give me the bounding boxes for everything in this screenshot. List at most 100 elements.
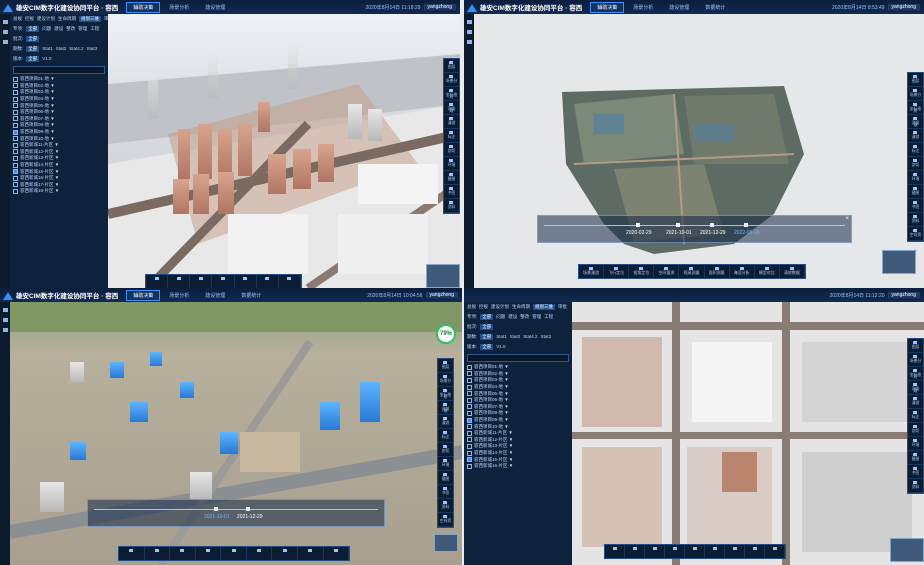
opt-batch-all[interactable]: 全部 (26, 36, 40, 42)
opt-build[interactable]: 建设 (508, 314, 517, 320)
tool-mark[interactable]: 标注 (908, 409, 923, 423)
tree-item[interactable]: 容西新城16-片区 ▼ (467, 463, 569, 470)
opt-stat1[interactable]: Stat1 (42, 46, 53, 52)
search-input[interactable] (13, 66, 105, 74)
tool-bookmark[interactable]: 书签 (908, 465, 923, 479)
tool-cut[interactable]: 剖切 (908, 157, 923, 171)
tree-item[interactable]: 容西项目04-地 ▼ (467, 384, 569, 391)
tool-shot[interactable]: 截图 (444, 171, 459, 185)
filter-3d[interactable]: 规划三维 (79, 16, 101, 22)
btool-view[interactable] (170, 547, 196, 560)
opt-manage[interactable]: 管理 (532, 314, 541, 320)
timeline-point[interactable] (246, 507, 250, 511)
checkbox[interactable] (467, 443, 472, 449)
opt-batch-all[interactable]: 全部 (480, 324, 494, 330)
tool-mark[interactable]: 标注 (444, 129, 459, 143)
user-badge[interactable]: yangzhong (887, 4, 920, 10)
filter-lifecycle[interactable]: 生命周期 (512, 304, 530, 310)
opt-stat3[interactable]: Stat3 (541, 334, 552, 340)
btool-area[interactable]: 面积测量 (705, 265, 730, 278)
timeline-point[interactable] (214, 507, 218, 511)
tree-item[interactable]: 容西项目10-地 ▼ (467, 423, 569, 430)
checkbox[interactable] (13, 188, 18, 194)
tab-scene[interactable]: 场景分析 (162, 2, 196, 13)
timeline-date[interactable]: 2021-10-01 (666, 230, 692, 236)
timeline-slider[interactable]: × 2020-02-29 2021-10-01 2021-12-29 2022-… (537, 215, 852, 243)
btool-roam[interactable] (605, 545, 625, 558)
opt-v1[interactable]: V1.0 (496, 344, 505, 350)
user-badge[interactable]: yangzhong (425, 292, 458, 298)
tree-item[interactable]: 容西项目09-地 ▼ (467, 417, 569, 424)
tool-bookmark[interactable]: 书签 (438, 485, 453, 499)
tree-item[interactable]: 容西新城11-片区 ▼ (467, 430, 569, 437)
tab-construction[interactable]: 建设管理 (662, 2, 696, 13)
tree-item[interactable]: 容西新城11-片区 ▼ (13, 142, 105, 149)
tree-item[interactable]: 容西项目05-地 ▼ (13, 102, 105, 109)
btool-flood[interactable]: 淹没分析 (730, 265, 755, 278)
checkbox[interactable] (467, 371, 472, 377)
tool-data[interactable]: 资料 (444, 199, 459, 213)
checkbox[interactable] (467, 457, 472, 463)
opt-stat1[interactable]: Stat1 (496, 334, 507, 340)
filter-3d[interactable]: 规划三维 (533, 304, 555, 310)
timeline-point[interactable] (710, 223, 714, 227)
btool-measure[interactable] (196, 547, 222, 560)
filter-plan[interactable]: 建设计划 (491, 304, 509, 310)
list-icon[interactable] (2, 40, 8, 44)
tool-mark[interactable]: 标注 (438, 429, 453, 443)
checkbox[interactable] (13, 103, 18, 109)
opt-stat3[interactable]: Stat3 (87, 46, 98, 52)
tree-item[interactable]: 容西项目06-地 ▼ (467, 397, 569, 404)
tool-shot[interactable]: 截图 (438, 471, 453, 485)
tool-layer[interactable]: 图层 (908, 73, 923, 87)
tab-stats[interactable]: 数据统计 (698, 2, 732, 13)
tree-item[interactable]: 容西项目04-地 ▼ (13, 96, 105, 103)
filter-zonggui[interactable]: 总规 (467, 304, 476, 310)
tab-construction[interactable]: 建设管理 (198, 290, 232, 301)
btool-flood[interactable] (279, 275, 301, 288)
btool-height[interactable] (221, 547, 247, 560)
btool-measure[interactable] (665, 545, 685, 558)
checkbox[interactable] (13, 83, 18, 89)
opt-build[interactable]: 建设 (54, 26, 63, 32)
checkbox[interactable] (13, 96, 18, 102)
tree-item[interactable]: 容西项目03-地 ▼ (13, 89, 105, 96)
tool-bookmark[interactable]: 书签 (908, 199, 923, 213)
tree-item[interactable]: 容西新城13-片区 ▼ (467, 443, 569, 450)
tree-item[interactable]: 容西项目03-地 ▼ (467, 377, 569, 384)
checkbox[interactable] (13, 136, 18, 142)
opt-all[interactable]: 全部 (480, 314, 494, 320)
btool-compare[interactable] (298, 547, 324, 560)
filter-konggui[interactable]: 控规 (479, 304, 488, 310)
opt-ver-all[interactable]: 全部 (480, 344, 494, 350)
close-icon[interactable]: × (845, 216, 849, 222)
filter-konggui[interactable]: 控规 (25, 16, 34, 22)
filter-plan[interactable]: 建设计划 (37, 16, 55, 22)
checkbox[interactable] (13, 175, 18, 181)
checkbox[interactable] (467, 424, 472, 430)
tree-item[interactable]: 容西项目08-地 ▼ (13, 122, 105, 129)
user-badge[interactable]: yangzhong (887, 292, 920, 298)
btool-clear[interactable] (324, 547, 350, 560)
tool-mark[interactable]: 标注 (908, 143, 923, 157)
btool-area[interactable] (257, 275, 279, 288)
tool-scene[interactable]: 场景分析 (438, 373, 453, 399)
tool-cut[interactable]: 剖切 (444, 143, 459, 157)
tab-decision[interactable]: 辅助决策 (126, 289, 161, 301)
opt-stat2[interactable]: Stat2 (56, 46, 67, 52)
opt-stage-all[interactable]: 全部 (480, 334, 494, 340)
checkbox[interactable] (13, 129, 18, 135)
btool-height[interactable] (685, 545, 705, 558)
checkbox[interactable] (467, 417, 472, 423)
checkbox[interactable] (467, 384, 472, 390)
minimap[interactable] (882, 250, 916, 274)
btool-height[interactable]: 视高测量 (679, 265, 705, 278)
layers-icon[interactable] (2, 20, 8, 24)
tree-item[interactable]: 容西项目09-地 ▼ (13, 129, 105, 136)
tree-item[interactable]: 容西新城16-片区 ▼ (13, 175, 105, 182)
tool-measure[interactable]: 测量 (444, 101, 459, 115)
opt-stat2[interactable]: Stat2 (510, 334, 521, 340)
tool-env[interactable]: 环境 (908, 437, 923, 451)
tab-decision[interactable]: 辅助决策 (126, 1, 161, 13)
opt-problem[interactable]: 问题 (496, 314, 505, 320)
